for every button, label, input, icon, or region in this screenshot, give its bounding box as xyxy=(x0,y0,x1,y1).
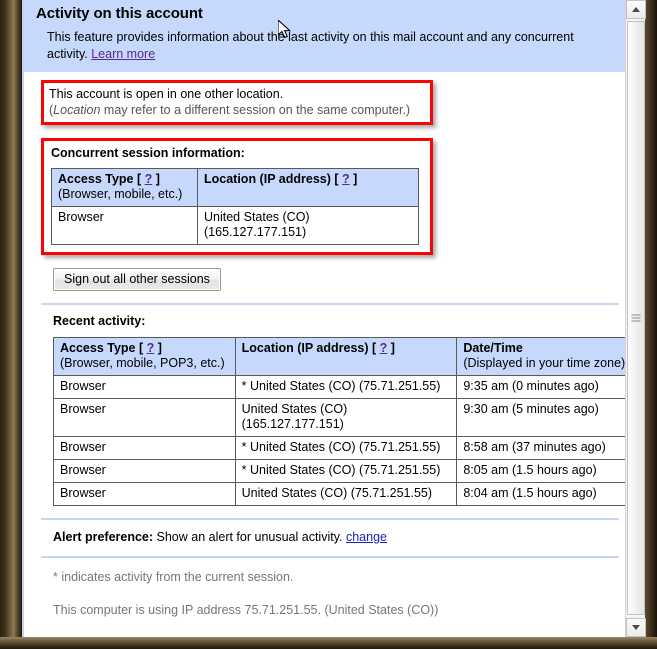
change-alert-preference-link[interactable]: change xyxy=(346,530,387,544)
header-text-end: ] xyxy=(349,172,358,186)
cell-location: * United States (CO) (75.71.251.55) xyxy=(234,459,458,483)
page-title: Activity on this account xyxy=(36,5,203,22)
alert-preference-label: Alert preference: xyxy=(53,530,154,544)
window-frame-left-edge xyxy=(0,0,22,649)
concurrent-session-table: Access Type [ ? ] (Browser, mobile, etc.… xyxy=(51,168,419,245)
concurrent-table-head: Access Type [ ? ] (Browser, mobile, etc.… xyxy=(51,168,419,207)
vertical-scrollbar[interactable] xyxy=(625,0,646,637)
activity-page: Activity on this account This feature pr… xyxy=(22,0,637,637)
recent-header-row: Access Type [ ? ] (Browser, mobile, POP3… xyxy=(53,337,633,376)
recent-header-location-main: Location (IP address) [ ? ] xyxy=(242,341,451,356)
page-content: This account is open in one other locati… xyxy=(24,80,636,617)
cell-access-type: Browser xyxy=(53,482,236,506)
cell-access-type: Browser xyxy=(51,206,198,245)
recent-header-access-type: Access Type [ ? ] (Browser, mobile, POP3… xyxy=(53,337,236,376)
concurrent-header-location-main: Location (IP address) [ ? ] xyxy=(204,172,412,187)
sign-out-all-other-sessions-button[interactable]: Sign out all other sessions xyxy=(53,268,221,291)
scrollbar-thumb[interactable] xyxy=(627,21,645,615)
cell-datetime: 9:35 am (0 minutes ago) xyxy=(456,375,633,399)
asterisk-footnote: * indicates activity from the current se… xyxy=(53,570,294,584)
ip-address-footnote: This computer is using IP address 75.71.… xyxy=(53,603,439,617)
recent-header-datetime-main: Date/Time xyxy=(463,341,523,355)
concurrent-header-access-type: Access Type [ ? ] (Browser, mobile, etc.… xyxy=(51,168,198,207)
header-text: Location (IP address) [ xyxy=(204,172,342,186)
header-text: Location (IP address) [ xyxy=(241,341,380,355)
table-row: Browser United States (CO) (165.127.177.… xyxy=(51,206,419,245)
cell-location: * United States (CO) (75.71.251.55) xyxy=(234,436,458,460)
cell-access-type: Browser xyxy=(53,436,236,460)
concurrent-session-label: Concurrent session information: xyxy=(51,146,245,160)
cell-access-type: Browser xyxy=(53,459,236,483)
concurrent-header-access-type-sub: (Browser, mobile, etc.) xyxy=(58,187,183,201)
grip-icon xyxy=(631,314,641,322)
subtext-italic-location: Location xyxy=(53,103,101,117)
cell-access-type: Browser xyxy=(53,375,236,399)
recent-header-datetime-sub: (Displayed in your time zone) xyxy=(463,356,626,370)
header-text-end: ] xyxy=(154,341,162,355)
table-row: Browser * United States (CO) (75.71.251.… xyxy=(53,459,633,483)
alert-preference-row: Alert preference: Show an alert for unus… xyxy=(53,530,624,544)
scroll-down-button[interactable] xyxy=(626,618,646,637)
table-row: Browser United States (CO) (165.127.177.… xyxy=(53,398,633,437)
concurrent-header-location: Location (IP address) [ ? ] xyxy=(197,168,419,207)
table-row: Browser * United States (CO) (75.71.251.… xyxy=(53,436,633,460)
recent-header-access-type-sub: (Browser, mobile, POP3, etc.) xyxy=(60,356,225,370)
cell-location: * United States (CO) (75.71.251.55) xyxy=(234,375,458,399)
header-text-end: ] xyxy=(387,341,395,355)
cell-datetime: 9:30 am (5 minutes ago) xyxy=(456,398,633,437)
alert-preference-value: Show an alert for unusual activity. xyxy=(153,530,346,544)
recent-table-head: Access Type [ ? ] (Browser, mobile, POP3… xyxy=(53,337,633,376)
header-text: Access Type [ xyxy=(58,172,145,186)
window-frame-bottom-edge xyxy=(0,637,657,649)
recent-header-location: Location (IP address) [ ? ] xyxy=(234,337,458,376)
cell-datetime: 8:05 am (1.5 hours ago) xyxy=(456,459,633,483)
header-text-end: ] xyxy=(152,172,160,186)
cell-location: United States (CO) (165.127.177.151) xyxy=(234,398,458,437)
recent-table-body: Browser * United States (CO) (75.71.251.… xyxy=(53,375,633,506)
cell-datetime: 8:58 am (37 minutes ago) xyxy=(456,436,633,460)
help-icon-location[interactable]: ? xyxy=(342,172,350,186)
divider-above-recent-activity xyxy=(41,303,619,305)
header-text: Access Type [ xyxy=(60,341,147,355)
divider-above-alert-preference xyxy=(41,518,619,520)
recent-header-datetime: Date/Time (Displayed in your time zone) xyxy=(456,337,633,376)
chevron-up-icon xyxy=(632,7,640,12)
account-open-subtext: (Location may refer to a different sessi… xyxy=(49,102,425,118)
recent-activity-table-wrapper: Access Type [ ? ] (Browser, mobile, POP3… xyxy=(53,337,633,506)
annotation-box-concurrent-session: Concurrent session information: Access T… xyxy=(41,138,433,255)
chevron-down-icon xyxy=(632,625,640,630)
window-frame-right-edge xyxy=(645,0,657,649)
cell-location: United States (CO) (165.127.177.151) xyxy=(197,206,419,245)
concurrent-header-row: Access Type [ ? ] (Browser, mobile, etc.… xyxy=(51,168,419,207)
cell-datetime: 8:04 am (1.5 hours ago) xyxy=(456,482,633,506)
recent-header-access-type-main: Access Type [ ? ] xyxy=(60,341,229,356)
signout-button-wrapper: Sign out all other sessions xyxy=(53,268,624,291)
concurrent-table-body: Browser United States (CO) (165.127.177.… xyxy=(51,206,419,245)
banner-description: This feature provides information about … xyxy=(36,29,626,63)
cell-access-type: Browser xyxy=(53,398,236,437)
annotation-box-account-open: This account is open in one other locati… xyxy=(41,80,433,125)
learn-more-link[interactable]: Learn more xyxy=(91,47,155,61)
account-open-headline: This account is open in one other locati… xyxy=(49,87,284,101)
divider-below-alert-preference xyxy=(41,556,619,558)
concurrent-header-access-type-main: Access Type [ ? ] xyxy=(58,172,191,187)
subtext-rest: may refer to a different session on the … xyxy=(100,103,411,117)
info-banner: Activity on this account This feature pr… xyxy=(24,0,636,72)
table-row: Browser * United States (CO) (75.71.251.… xyxy=(53,375,633,399)
scroll-up-button[interactable] xyxy=(626,0,646,19)
table-row: Browser United States (CO) (75.71.251.55… xyxy=(53,482,633,506)
recent-activity-table: Access Type [ ? ] (Browser, mobile, POP3… xyxy=(53,337,633,506)
recent-activity-label: Recent activity: xyxy=(53,314,146,328)
cell-location: United States (CO) (75.71.251.55) xyxy=(234,482,458,506)
